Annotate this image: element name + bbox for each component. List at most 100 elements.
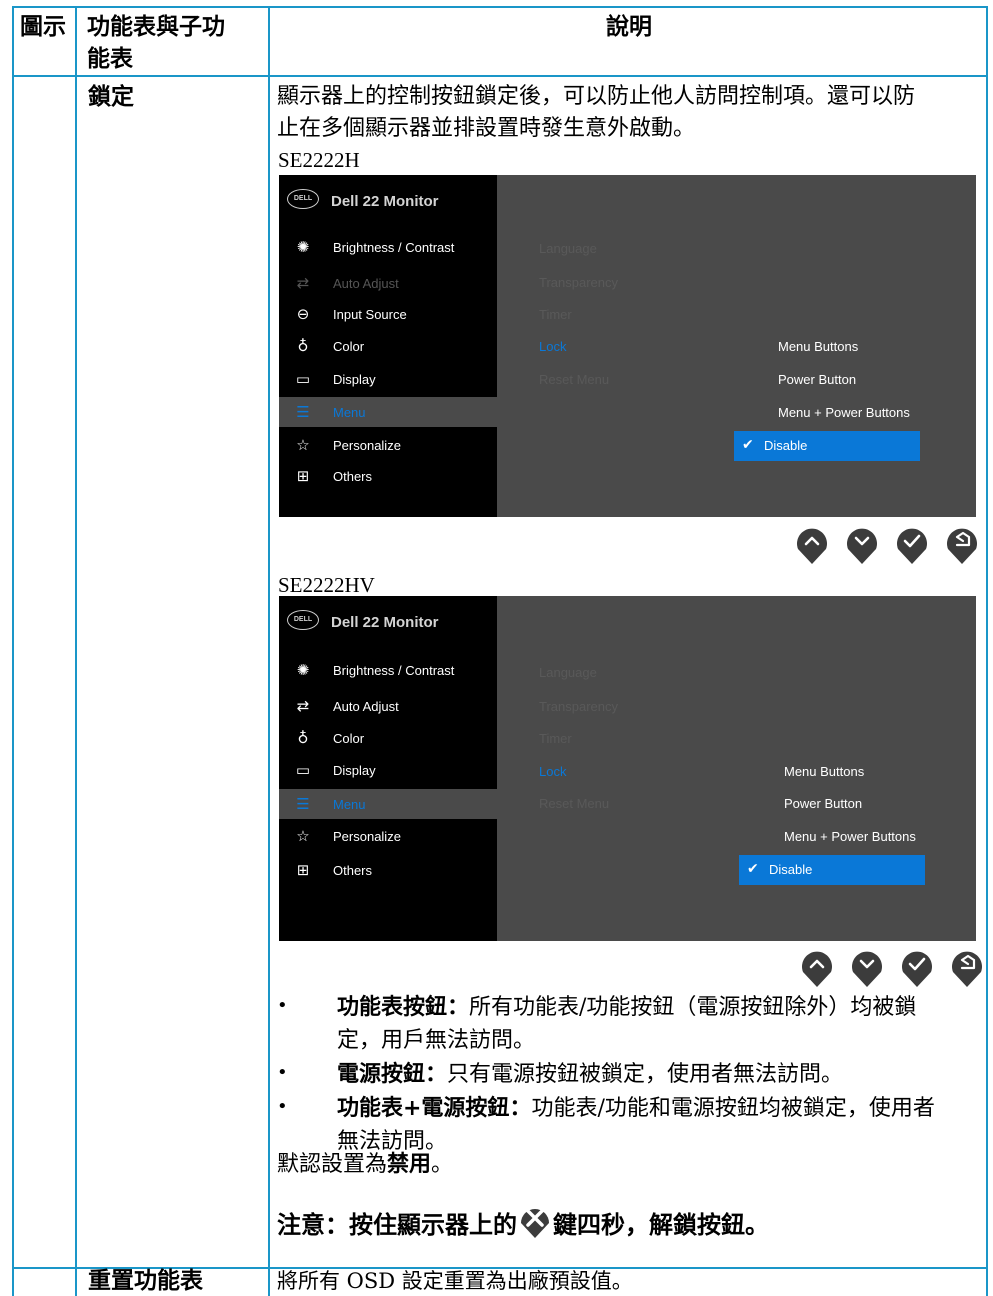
osd-menu-label: Display xyxy=(333,372,376,387)
header-description-col: 說明 xyxy=(606,14,652,40)
auto-adjust-icon: ⇄ xyxy=(296,274,310,292)
bullet-dot: • xyxy=(277,995,288,1016)
lock-intro-line1: 顯示器上的控制按鈕鎖定後，可以防止他人訪問控制項。還可以防 xyxy=(277,84,916,109)
osd-menu-item-menu[interactable]: ☰ Menu xyxy=(279,397,497,427)
osd-selected-option-label: Disable xyxy=(769,862,813,877)
dell-logo-icon: DELL xyxy=(287,610,319,630)
down-icon[interactable] xyxy=(845,525,879,564)
lock-menu-name: 鎖定 xyxy=(88,84,134,110)
table-border-right xyxy=(986,6,988,1296)
table-border-top xyxy=(12,6,988,8)
bullet-desc: 功能表/功能和電源按鈕均被鎖定，使用者 xyxy=(531,1096,935,1121)
back-icon[interactable] xyxy=(950,948,984,987)
osd-submenu-language[interactable]: Language xyxy=(539,241,597,256)
osd-submenu-lock[interactable]: Lock xyxy=(539,339,566,354)
osd-submenu-timer[interactable]: Timer xyxy=(539,731,572,746)
osd-selected-option-label: Disable xyxy=(764,438,808,453)
check-icon[interactable] xyxy=(900,948,934,987)
osd-menu-label: Display xyxy=(333,763,376,778)
bullet-term: 功能表按鈕： xyxy=(337,995,470,1020)
osd-menu-label: Input Source xyxy=(333,307,407,322)
osd-submenu-reset-menu[interactable]: Reset Menu xyxy=(539,796,609,811)
osd-lock-option-menu-power-buttons[interactable]: Menu + Power Buttons xyxy=(784,829,916,844)
osd-menu-item-others[interactable]: ⊞ Others xyxy=(279,461,497,491)
osd-submenu-reset-menu[interactable]: Reset Menu xyxy=(539,372,609,387)
osd-menu-item-brightness-contrast[interactable]: ✺ Brightness / Contrast xyxy=(279,655,497,685)
osd-menu-item-display[interactable]: ▭ Display xyxy=(279,755,497,785)
note-suffix: 鍵四秒，解鎖按鈕。 xyxy=(553,1211,769,1239)
osd-menu-item-color[interactable]: ♁ Color xyxy=(279,331,497,361)
osd-lock-option-disable-selected[interactable]: ✔ Disable xyxy=(734,431,920,461)
others-icon: ⊞ xyxy=(296,861,310,879)
close-button-icon xyxy=(521,1209,549,1238)
color-icon: ♁ xyxy=(297,337,309,355)
others-icon: ⊞ xyxy=(296,467,310,485)
osd-menu-label: Menu xyxy=(333,797,366,812)
checkmark-icon: ✔ xyxy=(742,437,754,453)
personalize-icon: ☆ xyxy=(296,827,310,845)
personalize-icon: ☆ xyxy=(296,436,310,454)
osd-lock-option-power-button[interactable]: Power Button xyxy=(784,796,862,811)
osd-menu-label: Personalize xyxy=(333,438,401,453)
bullet-desc: 只有電源按鈕被鎖定，使用者無法訪問。 xyxy=(447,1062,844,1087)
default-prefix: 默認設置為 xyxy=(277,1152,388,1177)
osd-menu-item-others[interactable]: ⊞ Others xyxy=(279,855,497,885)
up-icon[interactable] xyxy=(800,948,834,987)
osd-submenu-lock[interactable]: Lock xyxy=(539,764,566,779)
osd-menu-item-personalize[interactable]: ☆ Personalize xyxy=(279,821,497,851)
checkmark-icon: ✔ xyxy=(747,861,759,877)
column-divider-1 xyxy=(75,6,77,1296)
bullet-item-line1: 電源按鈕：只有電源按鈕被鎖定，使用者無法訪問。 xyxy=(337,1060,843,1090)
bullet-dot: • xyxy=(277,1096,288,1117)
up-icon[interactable] xyxy=(795,525,829,564)
osd-screenshot-se2222h: DELL Dell 22 Monitor ✺ Brightness / Contr… xyxy=(279,175,976,517)
down-icon[interactable] xyxy=(850,948,884,987)
note-prefix: 注意：按住顯示器上的 xyxy=(277,1211,517,1239)
osd-lock-option-disable-selected[interactable]: ✔ Disable xyxy=(739,855,925,885)
default-value: 禁用 xyxy=(387,1152,432,1177)
reset-menu-description: 將所有 OSD 設定重置為出廠預設值。 xyxy=(277,1269,633,1293)
osd-menu-item-personalize[interactable]: ☆ Personalize xyxy=(279,430,497,460)
osd-menu-label: Others xyxy=(333,469,373,484)
display-icon: ▭ xyxy=(295,761,311,779)
osd-menu-label: Brightness / Contrast xyxy=(333,240,455,255)
osd-menu-label: Personalize xyxy=(333,829,401,844)
back-icon[interactable] xyxy=(945,525,979,564)
osd-submenu-language[interactable]: Language xyxy=(539,665,597,680)
osd-menu-item-display[interactable]: ▭ Display xyxy=(279,364,497,394)
header-menu-col-line2: 能表 xyxy=(87,46,133,72)
bullet-item-line1: 功能表按鈕：所有功能表/功能按鈕（電源按鈕除外）均被鎖 xyxy=(337,993,916,1023)
osd-submenu-timer[interactable]: Timer xyxy=(539,307,572,322)
header-divider xyxy=(12,75,988,77)
osd-menu-label: Color xyxy=(333,731,365,746)
osd-lock-option-menu-buttons[interactable]: Menu Buttons xyxy=(778,339,858,354)
osd-screenshot-se2222hv: DELL Dell 22 Monitor ✺ Brightness / Contr… xyxy=(279,596,976,941)
check-icon[interactable] xyxy=(895,525,929,564)
osd-submenu-transparency[interactable]: Transparency xyxy=(539,699,618,714)
lock-intro-line2: 止在多個顯示器並排設置時發生意外啟動。 xyxy=(277,116,696,141)
osd-menu-item-auto-adjust[interactable]: ⇄ Auto Adjust xyxy=(279,691,497,721)
menu-icon: ☰ xyxy=(296,403,310,421)
table-border-left xyxy=(12,6,14,1296)
osd-lock-option-menu-power-buttons[interactable]: Menu + Power Buttons xyxy=(778,405,910,420)
osd-menu-item-brightness-contrast[interactable]: ✺ Brightness / Contrast xyxy=(279,232,497,262)
osd-menu-item-input-source[interactable]: ⊖ Input Source xyxy=(279,299,497,329)
brightness-icon: ✺ xyxy=(296,661,310,679)
display-icon: ▭ xyxy=(295,370,311,388)
osd-menu-item-auto-adjust[interactable]: ⇄ Auto Adjust xyxy=(279,268,497,298)
osd-lock-option-menu-buttons[interactable]: Menu Buttons xyxy=(784,764,864,779)
bullet-term: 電源按鈕： xyxy=(337,1062,448,1087)
osd-submenu-transparency[interactable]: Transparency xyxy=(539,275,618,290)
default-suffix: 。 xyxy=(431,1152,454,1177)
osd-menu-item-menu[interactable]: ☰ Menu xyxy=(279,789,497,819)
brightness-icon: ✺ xyxy=(296,238,310,256)
osd-menu-item-color[interactable]: ♁ Color xyxy=(279,723,497,753)
osd-menu-label: Others xyxy=(333,863,373,878)
osd-lock-option-power-button[interactable]: Power Button xyxy=(778,372,856,387)
osd-title: Dell 22 Monitor xyxy=(331,614,439,631)
note-text: 注意：按住顯示器上的 鍵四秒，解鎖按鈕。 xyxy=(277,1203,769,1240)
header-icon-col: 圖示 xyxy=(20,14,66,40)
auto-adjust-icon: ⇄ xyxy=(296,697,310,715)
menu-icon: ☰ xyxy=(296,795,310,813)
input-source-icon: ⊖ xyxy=(296,305,310,323)
